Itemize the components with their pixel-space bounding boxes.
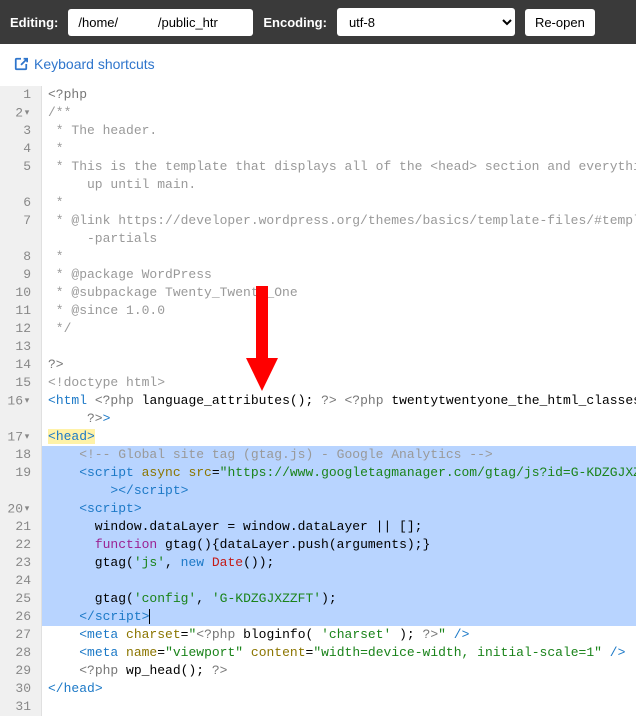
line-number: 17▾ — [6, 428, 31, 446]
line-number: 24 — [6, 572, 31, 590]
line-number: 14 — [6, 356, 31, 374]
code-editor[interactable]: 12▾345678910111213141516▾17▾181920▾21222… — [0, 86, 636, 716]
reopen-button[interactable]: Re-open — [525, 9, 595, 36]
line-number: 28 — [6, 644, 31, 662]
fold-icon[interactable]: ▾ — [23, 392, 31, 410]
fold-icon[interactable]: ▾ — [23, 104, 31, 122]
editor-toolbar: Editing: Encoding: utf-8 Re-open — [0, 0, 636, 44]
line-number: 9 — [6, 266, 31, 284]
line-number: 3 — [6, 122, 31, 140]
line-number: 11 — [6, 302, 31, 320]
line-number: 26 — [6, 608, 31, 626]
fold-icon[interactable]: ▾ — [23, 428, 31, 446]
line-number: 18 — [6, 446, 31, 464]
line-number: 13 — [6, 338, 31, 356]
line-number: 15 — [6, 374, 31, 392]
shortcuts-link-text: Keyboard shortcuts — [34, 56, 155, 72]
keyboard-shortcuts-link[interactable]: Keyboard shortcuts — [14, 56, 155, 72]
external-link-icon — [14, 57, 28, 71]
line-number: 12 — [6, 320, 31, 338]
line-number: 30 — [6, 680, 31, 698]
line-number: 29 — [6, 662, 31, 680]
line-number: 6 — [6, 194, 31, 212]
line-number: 22 — [6, 536, 31, 554]
line-number: 23 — [6, 554, 31, 572]
line-number: 27 — [6, 626, 31, 644]
line-number: 2▾ — [6, 104, 31, 122]
line-number: 10 — [6, 284, 31, 302]
shortcuts-row: Keyboard shortcuts — [0, 44, 636, 86]
editing-label: Editing: — [10, 15, 58, 30]
line-number: 31 — [6, 698, 31, 716]
line-number: 16▾ — [6, 392, 31, 410]
line-number — [6, 230, 31, 248]
encoding-label: Encoding: — [263, 15, 327, 30]
line-number: 21 — [6, 518, 31, 536]
line-number: 5 — [6, 158, 31, 176]
line-number — [6, 176, 31, 194]
encoding-select[interactable]: utf-8 — [337, 8, 515, 36]
code-area[interactable]: <?php /** * The header. * * This is the … — [42, 86, 636, 716]
line-number: 19 — [6, 464, 31, 482]
line-number: 25 — [6, 590, 31, 608]
path-input[interactable] — [68, 9, 253, 36]
line-number: 7 — [6, 212, 31, 230]
line-gutter: 12▾345678910111213141516▾17▾181920▾21222… — [0, 86, 42, 716]
fold-icon[interactable]: ▾ — [23, 500, 31, 518]
line-number: 8 — [6, 248, 31, 266]
line-number — [6, 482, 31, 500]
line-number: 20▾ — [6, 500, 31, 518]
line-number — [6, 410, 31, 428]
line-number: 4 — [6, 140, 31, 158]
line-number: 1 — [6, 86, 31, 104]
